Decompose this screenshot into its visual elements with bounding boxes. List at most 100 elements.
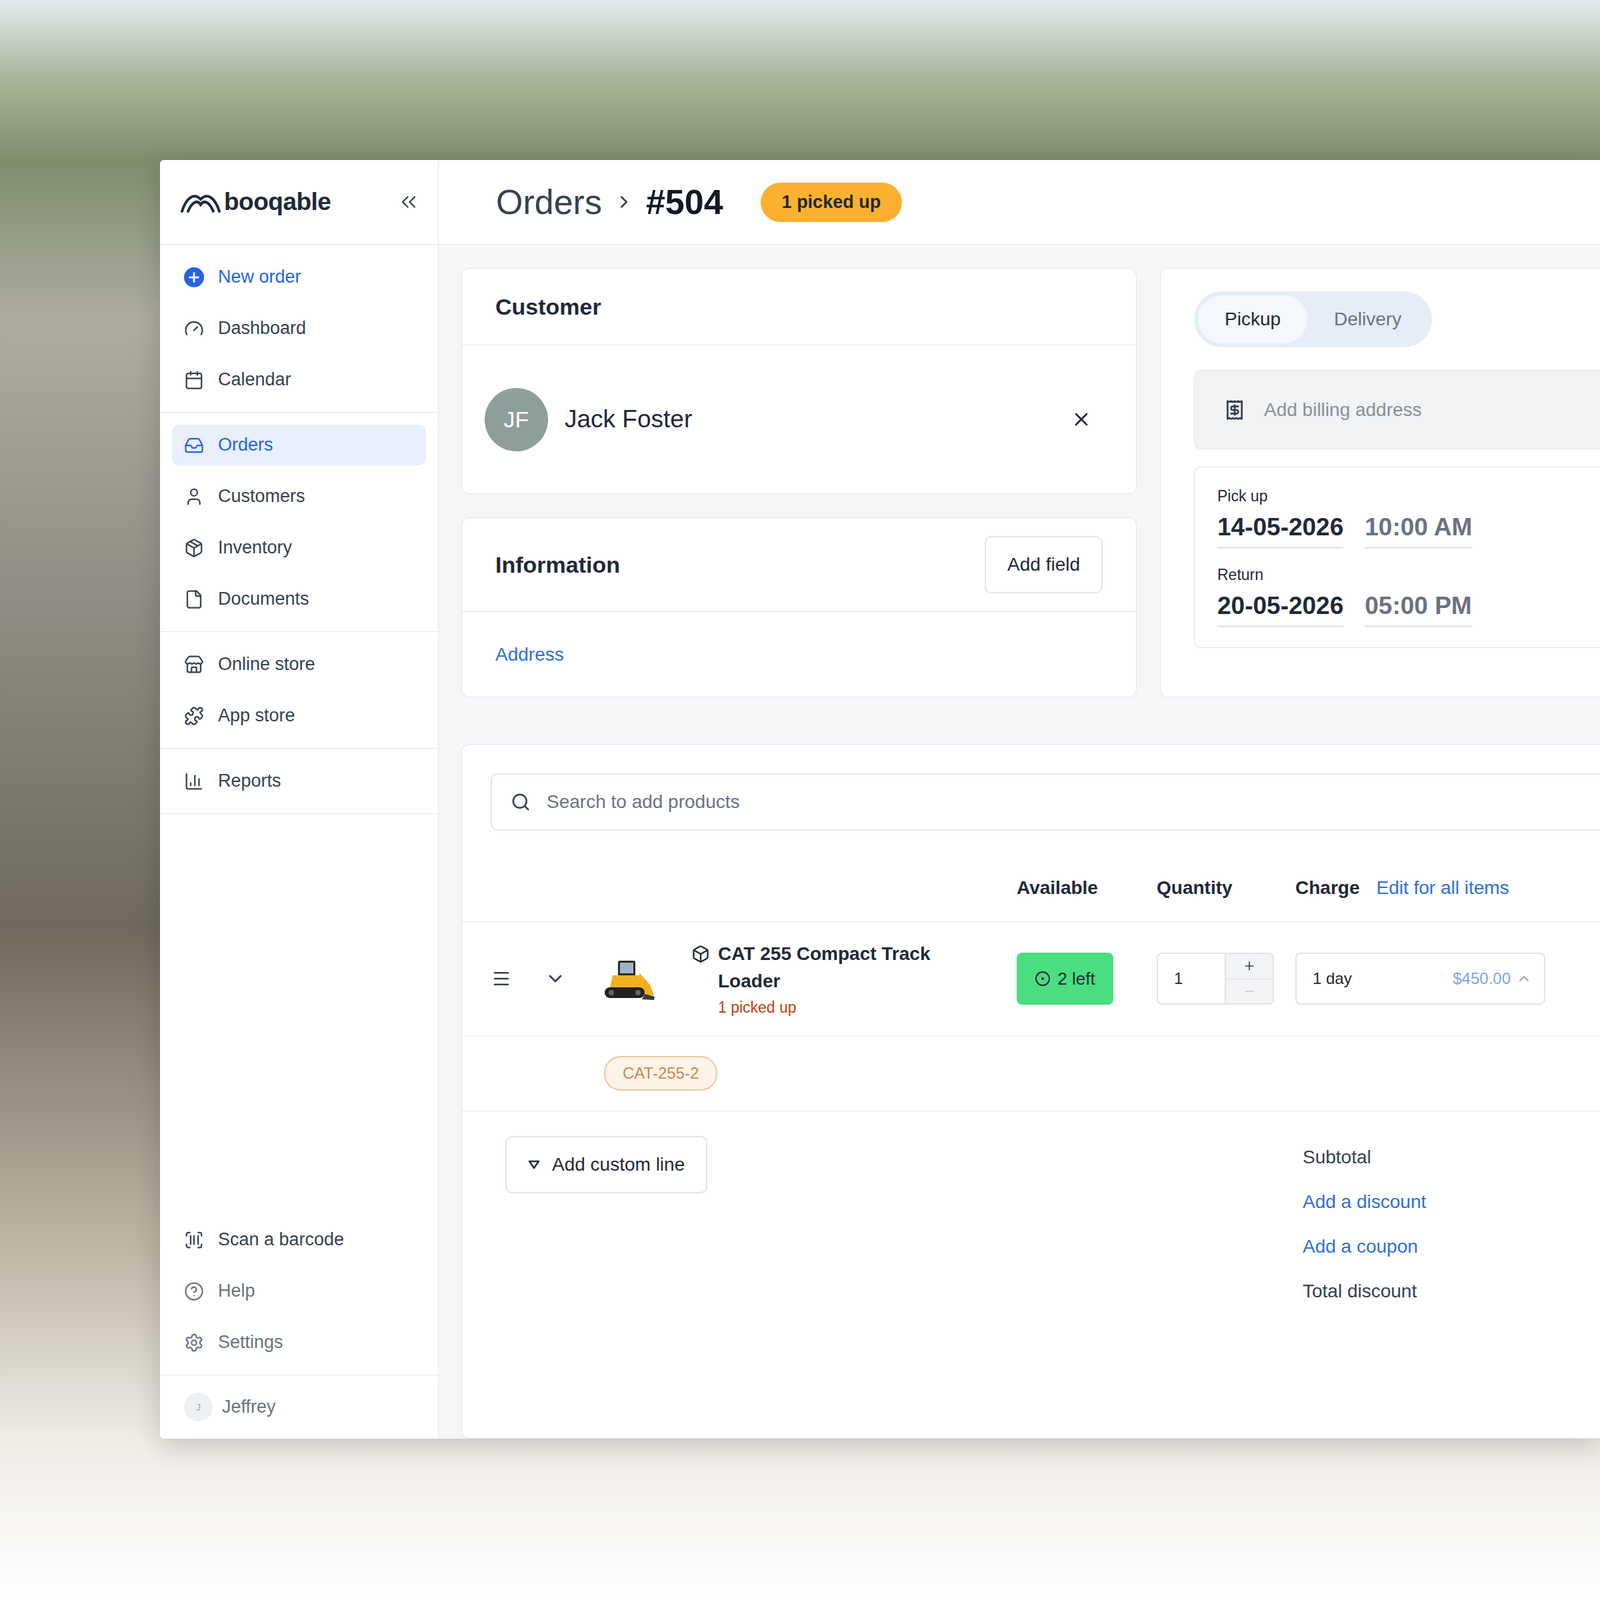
search-placeholder: Search to add products (546, 791, 740, 813)
card-header: Customer (462, 268, 1136, 346)
table-header: AvailableQuantityChargeEdit for all item… (462, 830, 1600, 922)
sidebar-label: New order (218, 266, 302, 288)
address-link[interactable]: Address (495, 644, 564, 666)
fulfillment-tab[interactable]: Delivery (1307, 295, 1428, 344)
top-row: CustomerJFJack Foster Information Add fiel… (461, 268, 1600, 698)
product-name[interactable]: CAT 255 Compact Track Loader (718, 940, 972, 995)
sidebar-group: Reports (160, 748, 438, 814)
minus-icon (1242, 984, 1256, 998)
time-input[interactable]: 10:00 AM (1364, 513, 1472, 549)
user-row[interactable]: J Jeffrey (160, 1375, 438, 1439)
stock-tag[interactable]: CAT-255-2 (604, 1056, 718, 1091)
sidebar-item[interactable]: Scan a barcode (172, 1219, 426, 1260)
sidebar-item[interactable]: Orders (172, 424, 426, 466)
dates-box: Pick up 14-05-2026 10:00 AM Return 20-05-202… (1194, 466, 1600, 648)
sidebar-item[interactable]: Help (172, 1270, 426, 1312)
product-box-icon (691, 944, 710, 964)
collapse-icon[interactable] (396, 190, 421, 214)
customer-name[interactable]: Jack Foster (564, 405, 1054, 434)
time-input[interactable]: 05:00 PM (1364, 592, 1472, 628)
main: Orders#5041 picked up CustomerJFJack Fost… (438, 160, 1600, 1439)
sidebar-item[interactable]: App store (172, 695, 426, 736)
sidebar-label: Online store (218, 654, 316, 675)
increment-button[interactable] (1226, 954, 1273, 980)
sidebar-item[interactable]: Online store (172, 644, 426, 685)
product-row: CAT 255 Compact Track Loader1 picked up2… (462, 922, 1600, 1036)
sidebar-icon (184, 706, 204, 726)
product-name-cell: CAT 255 Compact Track Loader1 picked up (691, 940, 1017, 1017)
sidebar-label: Reports (218, 770, 282, 792)
charge-select[interactable]: 1 day$450.00 (1295, 952, 1546, 1005)
close-icon[interactable] (1070, 408, 1092, 430)
sidebar-icon (184, 370, 204, 390)
charge-header: Charge Edit for all items (1295, 877, 1600, 899)
sidebar-label: Calendar (218, 369, 292, 390)
add-custom-line-button[interactable]: Add custom line (505, 1136, 708, 1194)
plus-icon (184, 267, 204, 288)
content: CustomerJFJack Foster Information Add fiel… (438, 244, 1600, 1439)
decrement-button[interactable] (1226, 979, 1273, 1004)
edit-all-link[interactable]: Edit for all items (1376, 877, 1509, 899)
sidebar: booqable New order Dashboard Calendar Orders… (160, 160, 439, 1439)
tag-row: CAT-255-2 (462, 1036, 1600, 1112)
products-card: Search to add products AvailableQuantityC… (461, 744, 1600, 1439)
total-line: Total discount (1302, 1276, 1600, 1306)
sidebar-item[interactable]: Reports (172, 760, 426, 802)
logo[interactable]: booqable (180, 188, 331, 216)
sidebar-label: Settings (218, 1332, 284, 1353)
sidebar-icon (184, 1332, 204, 1353)
status-badge: 1 picked up (760, 182, 903, 222)
date-row: 14-05-2026 10:00 AM (1217, 513, 1578, 549)
products-body: Search to add products AvailableQuantityC… (462, 744, 1600, 1306)
sidebar-icon (184, 435, 204, 456)
sidebar-item[interactable]: Documents (172, 578, 426, 620)
loader-image (598, 955, 655, 1002)
sidebar-item[interactable]: Customers (172, 476, 426, 517)
chevron-right-icon (614, 192, 634, 212)
fulfillment-tab[interactable]: Pickup (1198, 295, 1308, 344)
column-header: Charge (1295, 877, 1360, 899)
sidebar-group: New order Dashboard Calendar (160, 244, 438, 413)
date-group: Pick up 14-05-2026 10:00 AM (1217, 487, 1578, 549)
sidebar-item[interactable]: Settings (172, 1322, 426, 1363)
sidebar-label: Documents (218, 588, 310, 610)
sidebar-group: Orders Customers Inventory Documents (160, 412, 438, 632)
product-search[interactable]: Search to add products (490, 773, 1600, 831)
logo-icon (180, 190, 222, 214)
user-avatar: J (184, 1392, 213, 1422)
drag-handle-icon[interactable] (491, 968, 512, 989)
availability-badge: 2 left (1016, 952, 1114, 1005)
fulfillment-tabs: PickupDelivery (1194, 291, 1432, 348)
background-photo: booqable New order Dashboard Calendar Orders… (0, 0, 1600, 1600)
availability-icon (1034, 970, 1051, 987)
sidebar-label: Dashboard (218, 318, 306, 339)
billing-address-field[interactable]: Add billing address (1194, 370, 1600, 450)
quantity-stepper (1224, 954, 1273, 1004)
sidebar-item[interactable]: Calendar (172, 359, 426, 400)
sidebar-group: Online store App store (160, 632, 438, 749)
quantity-input[interactable]: 1 (1156, 952, 1274, 1005)
total-line[interactable]: Add a coupon (1302, 1232, 1600, 1262)
date-input[interactable]: 14-05-2026 (1217, 513, 1344, 549)
sidebar-item[interactable]: Inventory (172, 527, 426, 568)
card-title: Information (495, 552, 620, 578)
sidebar-item[interactable]: New order (172, 256, 426, 298)
user-name: Jeffrey (222, 1396, 276, 1418)
date-input[interactable]: 20-05-2026 (1217, 592, 1344, 628)
top-bar: Orders#5041 picked up (438, 160, 1600, 245)
sidebar-item[interactable]: Dashboard (172, 308, 426, 349)
total-line[interactable]: Add a discount (1302, 1187, 1600, 1217)
sidebar-icon (184, 486, 204, 507)
search-icon (510, 792, 531, 812)
sidebar-label: Inventory (218, 537, 292, 558)
add-field-button[interactable]: Add field (984, 536, 1103, 594)
date-label: Return (1217, 566, 1578, 584)
date-label: Pick up (1217, 487, 1578, 506)
sidebar-icon (184, 589, 204, 610)
sidebar-icon (184, 1281, 204, 1302)
breadcrumb[interactable]: Orders (496, 182, 602, 222)
customer-body: JFJack Foster (462, 345, 1136, 494)
quantity-value: 1 (1158, 954, 1225, 1004)
fulfillment-card: PickupDelivery Add billing address Pick up… (1160, 268, 1600, 698)
expand-row-icon[interactable] (544, 968, 566, 990)
